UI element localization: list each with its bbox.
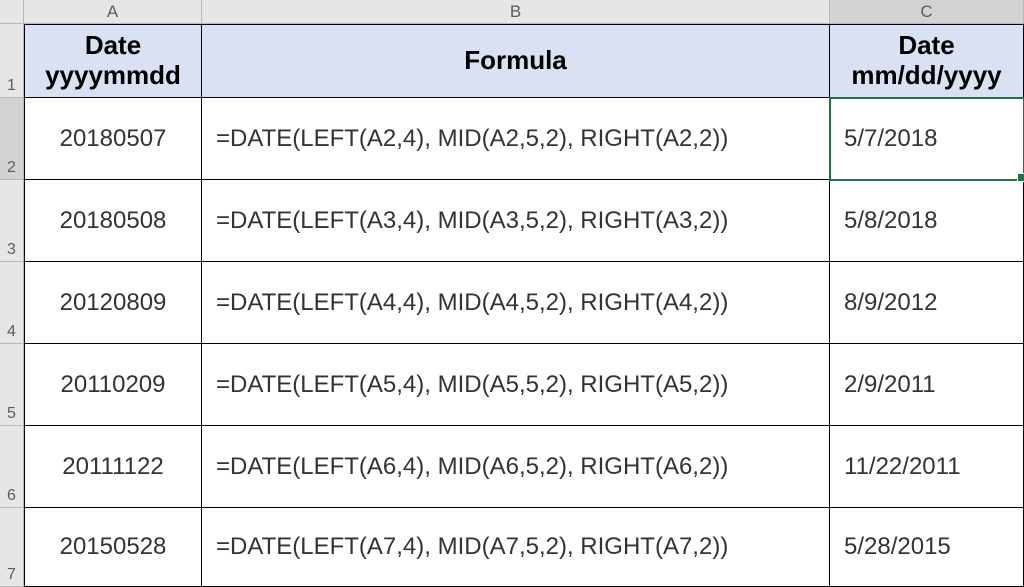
cell-A5[interactable]: 20110209 [24,344,202,426]
cell-C5[interactable]: 2/9/2011 [830,344,1024,426]
header-cell-C1[interactable]: Date mm/dd/yyyy [830,24,1024,98]
col-head-B[interactable]: B [202,0,830,24]
row-head-1[interactable]: 1 [0,24,24,98]
cell-B2[interactable]: =DATE(LEFT(A2,4), MID(A2,5,2), RIGHT(A2,… [202,98,830,180]
col-head-A[interactable]: A [24,0,202,24]
row-head-3[interactable]: 3 [0,180,24,262]
header-B-text: Formula [464,46,567,76]
cell-B4[interactable]: =DATE(LEFT(A4,4), MID(A4,5,2), RIGHT(A4,… [202,262,830,344]
spreadsheet-grid[interactable]: A B C 1 Date yyyymmdd Formula Date mm/dd… [0,0,1024,587]
row-head-7[interactable]: 7 [0,508,24,587]
row-head-6[interactable]: 6 [0,426,24,508]
cell-C6[interactable]: 11/22/2011 [830,426,1024,508]
cell-A6[interactable]: 20111122 [24,426,202,508]
header-cell-A1[interactable]: Date yyyymmdd [24,24,202,98]
cell-A4[interactable]: 20120809 [24,262,202,344]
header-C-text: Date mm/dd/yyyy [851,31,1001,91]
row-head-5[interactable]: 5 [0,344,24,426]
header-A-text: Date yyyymmdd [45,31,181,91]
cell-C4[interactable]: 8/9/2012 [830,262,1024,344]
row-head-4[interactable]: 4 [0,262,24,344]
row-head-2[interactable]: 2 [0,98,24,180]
cell-C2[interactable]: 5/7/2018 [830,98,1024,180]
cell-B6[interactable]: =DATE(LEFT(A6,4), MID(A6,5,2), RIGHT(A6,… [202,426,830,508]
header-cell-B1[interactable]: Formula [202,24,830,98]
cell-A2[interactable]: 20180507 [24,98,202,180]
cell-B5[interactable]: =DATE(LEFT(A5,4), MID(A5,5,2), RIGHT(A5,… [202,344,830,426]
cell-C7[interactable]: 5/28/2015 [830,508,1024,587]
cell-B7[interactable]: =DATE(LEFT(A7,4), MID(A7,5,2), RIGHT(A7,… [202,508,830,587]
cell-C3[interactable]: 5/8/2018 [830,180,1024,262]
col-head-C[interactable]: C [830,0,1024,24]
cell-A7[interactable]: 20150528 [24,508,202,587]
select-all-corner[interactable] [0,0,24,24]
cell-B3[interactable]: =DATE(LEFT(A3,4), MID(A3,5,2), RIGHT(A3,… [202,180,830,262]
cell-A3[interactable]: 20180508 [24,180,202,262]
